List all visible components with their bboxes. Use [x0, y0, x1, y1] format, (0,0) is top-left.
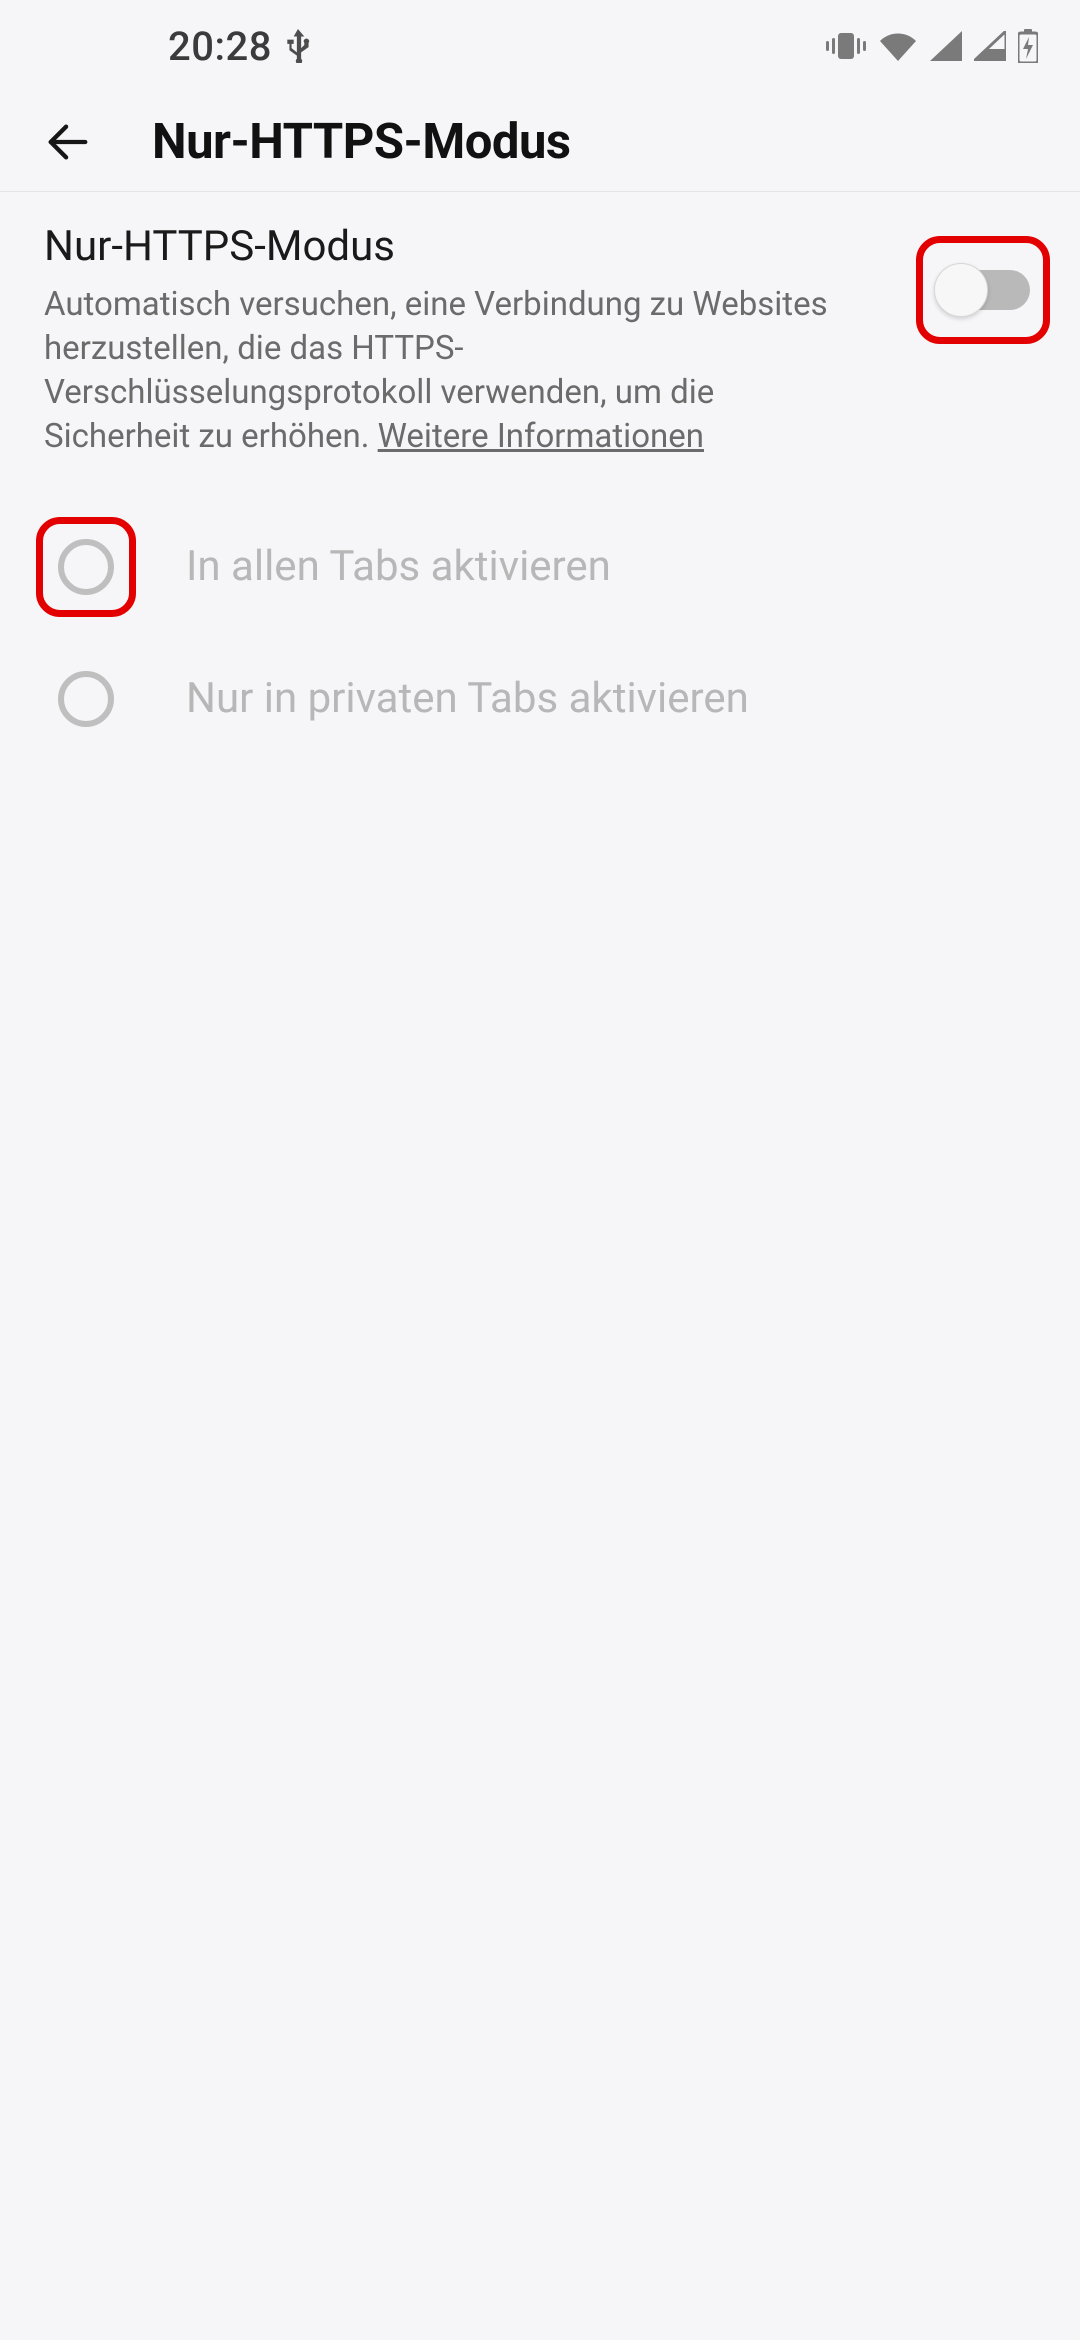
- setting-title: Nur-HTTPS-Modus: [44, 222, 896, 271]
- status-left: 20:28: [168, 23, 312, 70]
- setting-text: Nur-HTTPS-Modus Automatisch versuchen, e…: [44, 222, 916, 459]
- radio-icon: [58, 671, 114, 727]
- page-title: Nur-HTTPS-Modus: [152, 113, 571, 170]
- content: Nur-HTTPS-Modus Automatisch versuchen, e…: [0, 192, 1080, 765]
- https-only-options: In allen Tabs aktivieren Nur in privaten…: [0, 459, 1080, 765]
- app-bar: Nur-HTTPS-Modus: [0, 92, 1080, 192]
- signal-2-icon: [974, 31, 1006, 61]
- battery-charging-icon: [1018, 29, 1038, 63]
- status-right: [826, 29, 1038, 63]
- back-button[interactable]: [28, 102, 108, 182]
- arrow-left-icon: [45, 119, 91, 165]
- setting-description: Automatisch versuchen, eine Verbindung z…: [44, 283, 834, 459]
- vibrate-icon: [826, 31, 866, 61]
- more-info-link[interactable]: Weitere Informationen: [378, 417, 704, 456]
- option-private-tabs[interactable]: Nur in privaten Tabs aktivieren: [0, 633, 1080, 765]
- option-all-tabs[interactable]: In allen Tabs aktivieren: [0, 501, 1080, 633]
- option-private-tabs-radio: [36, 649, 136, 749]
- https-only-toggle[interactable]: [936, 270, 1030, 310]
- signal-1-icon: [930, 31, 962, 61]
- usb-icon: [286, 29, 312, 63]
- status-bar: 20:28: [0, 0, 1080, 92]
- radio-icon: [58, 539, 114, 595]
- https-only-setting: Nur-HTTPS-Modus Automatisch versuchen, e…: [0, 216, 1080, 459]
- option-all-tabs-radio-highlight: [36, 517, 136, 617]
- status-time: 20:28: [168, 23, 272, 70]
- wifi-icon: [878, 31, 918, 61]
- option-all-tabs-label: In allen Tabs aktivieren: [186, 542, 611, 591]
- toggle-knob: [934, 263, 988, 317]
- https-only-toggle-highlight: [916, 236, 1050, 344]
- option-private-tabs-label: Nur in privaten Tabs aktivieren: [186, 674, 749, 723]
